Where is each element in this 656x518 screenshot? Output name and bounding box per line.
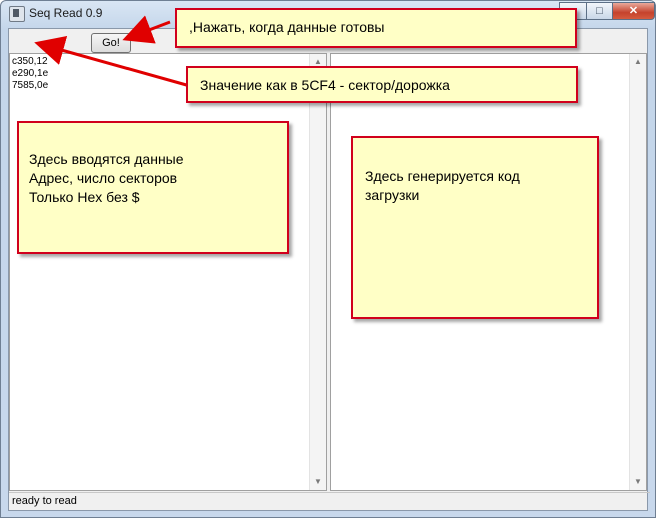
callout-output-hint-text: Здесь генерируется код загрузки bbox=[365, 168, 520, 203]
scroll-down-icon[interactable]: ▼ bbox=[630, 474, 646, 490]
input-textarea[interactable]: c350,12 e290,1e 7585,0e ▲ ▼ bbox=[9, 53, 327, 491]
scroll-up-icon[interactable]: ▲ bbox=[630, 54, 646, 70]
go-button[interactable]: Go! bbox=[91, 33, 131, 53]
scroll-down-icon[interactable]: ▼ bbox=[310, 474, 326, 490]
output-scrollbar[interactable]: ▲ ▼ bbox=[629, 54, 646, 490]
callout-input-hint: Здесь вводятся данные Адрес, число секто… bbox=[17, 121, 289, 254]
input-text: c350,12 e290,1e 7585,0e bbox=[12, 56, 49, 91]
app-icon bbox=[9, 6, 25, 22]
callout-input-hint-text: Здесь вводятся данные Адрес, число секто… bbox=[29, 151, 184, 205]
callout-output-hint: Здесь генерируется код загрузки bbox=[351, 136, 599, 319]
callout-value-hint: Значение как в 5CF4 - сектор/дорожка bbox=[186, 66, 578, 103]
close-button[interactable]: ✕ bbox=[612, 2, 655, 20]
maximize-button[interactable]: □ bbox=[586, 2, 613, 20]
window-title: Seq Read 0.9 bbox=[29, 6, 103, 20]
status-bar: ready to read bbox=[9, 492, 650, 511]
callout-value-hint-text: Значение как в 5CF4 - сектор/дорожка bbox=[200, 77, 450, 93]
callout-go-hint: ,Нажать, когда данные готовы bbox=[175, 8, 577, 48]
callout-go-hint-text: ,Нажать, когда данные готовы bbox=[189, 19, 385, 35]
input-scrollbar[interactable]: ▲ ▼ bbox=[309, 54, 326, 490]
